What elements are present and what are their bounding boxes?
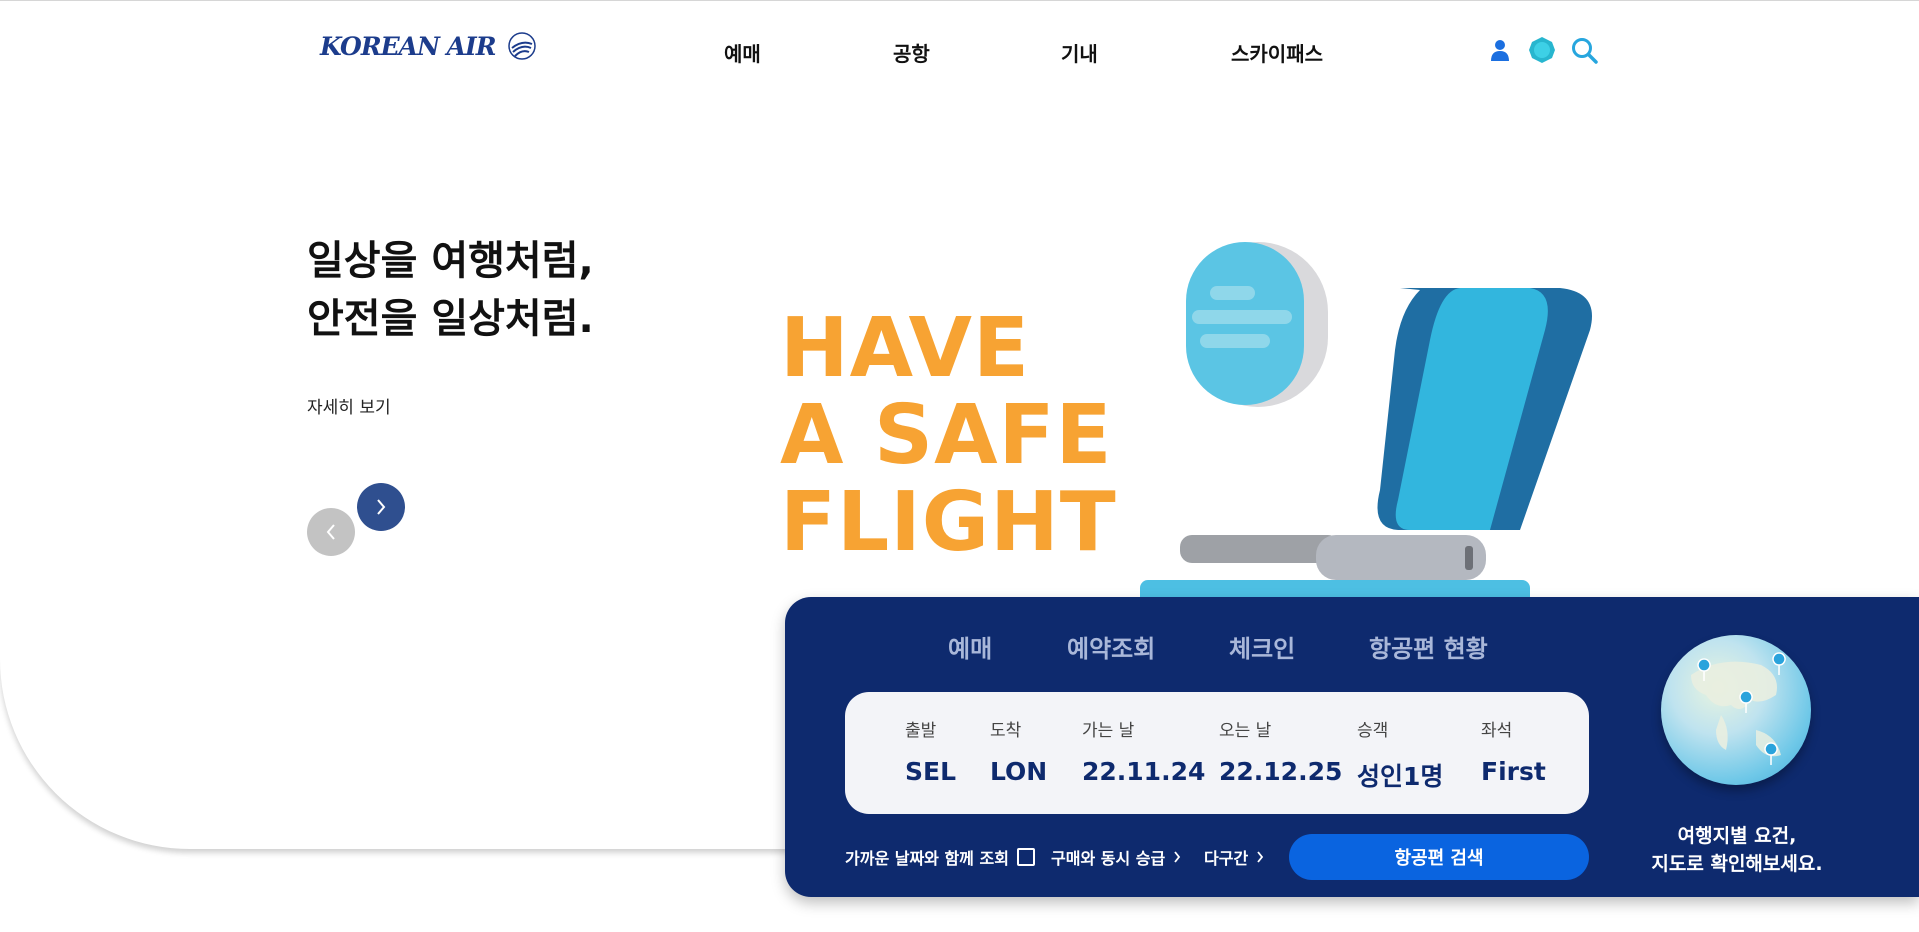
return-date-field[interactable]: 오는 날 22.12.25 [1219,716,1342,786]
tab-booking[interactable]: 예매 [948,629,992,664]
nearby-dates-checkbox[interactable] [1016,848,1035,866]
field-label: 오는 날 [1219,721,1272,741]
field-label: 도착 [990,721,1022,741]
logo-text: KOREAN AIR [320,31,496,61]
slogan-line-1: HAVE [780,301,1030,396]
globe-icon[interactable] [1528,36,1556,64]
booking-panel: 예매 예약조회 체크인 항공편 현황 출발 SEL 도착 LON 가는 날 22… [785,597,1919,897]
chevron-left-icon [326,524,335,540]
world-map-illustration [1691,652,1786,766]
user-icon[interactable] [1486,36,1514,64]
field-value: LON [990,757,1048,786]
tab-reservation-lookup[interactable]: 예약조회 [1067,629,1155,664]
field-label: 좌석 [1481,721,1513,741]
slogan-line-2: A SAFE [780,388,1113,483]
map-prompt-text[interactable]: 여행지별 요건, 지도로 확인해보세요. [1647,822,1827,878]
field-value: First [1481,757,1546,786]
flight-search-button[interactable]: 항공편 검색 [1289,834,1589,880]
korean-air-logo[interactable]: KOREAN AIR [320,30,538,62]
multi-city-option[interactable]: 다구간 [1204,845,1264,869]
field-value: 22.11.24 [1082,757,1206,786]
airplane-seat-illustration [1140,242,1592,610]
arrival-field[interactable]: 도착 LON [990,716,1047,786]
upgrade-option[interactable]: 구매와 동시 승급 [1051,845,1181,869]
departure-field[interactable]: 출발 SEL [905,716,956,786]
multi-city-label: 다구간 [1204,849,1249,868]
upgrade-label: 구매와 동시 승급 [1051,849,1166,868]
departure-date-field[interactable]: 가는 날 22.11.24 [1082,716,1205,786]
travel-requirements-map[interactable] [1661,635,1811,785]
skyteam-emblem-icon [507,32,536,60]
field-value: 22.12.25 [1219,757,1343,786]
nearby-dates-label: 가까운 날짜와 함께 조회 [845,849,1009,868]
nav-booking[interactable]: 예매 [724,38,761,67]
carousel-next-button[interactable] [357,483,405,531]
field-value: SEL [905,757,957,786]
nav-skypass[interactable]: 스카이패스 [1231,38,1323,67]
hero-slogan: HAVE A SAFE FLIGHT [780,305,1117,566]
headline-line-1: 일상을 여행처럼, [307,238,594,284]
slogan-line-3: FLIGHT [780,475,1117,570]
field-label: 출발 [905,721,937,741]
carousel-prev-button[interactable] [307,508,355,556]
field-value: 성인1명 [1357,762,1444,791]
search-icon[interactable] [1570,36,1598,64]
tab-checkin[interactable]: 체크인 [1229,629,1295,664]
map-text-line-1: 여행지별 요건, [1677,825,1797,847]
field-label: 승객 [1357,721,1389,741]
nav-inflight[interactable]: 기내 [1061,38,1098,67]
seat-class-field[interactable]: 좌석 First [1481,716,1546,786]
map-text-line-2: 지도로 확인해보세요. [1651,853,1823,875]
chevron-right-icon [377,499,386,515]
headline-line-2: 안전을 일상처럼. [307,296,594,342]
passengers-field[interactable]: 승객 성인1명 [1357,716,1443,793]
hero-headline: 일상을 여행처럼, 안전을 일상처럼. [307,232,594,348]
field-label: 가는 날 [1082,721,1135,741]
chevron-right-icon [1257,851,1264,863]
nav-airport[interactable]: 공항 [893,38,930,67]
flight-search-fields: 출발 SEL 도착 LON 가는 날 22.11.24 오는 날 22.12.2… [845,692,1589,814]
nearby-dates-option[interactable]: 가까운 날짜와 함께 조회 [845,845,1035,869]
more-details-link[interactable]: 자세히 보기 [307,393,391,418]
chevron-right-icon [1174,851,1181,863]
tab-flight-status[interactable]: 항공편 현황 [1369,629,1488,664]
